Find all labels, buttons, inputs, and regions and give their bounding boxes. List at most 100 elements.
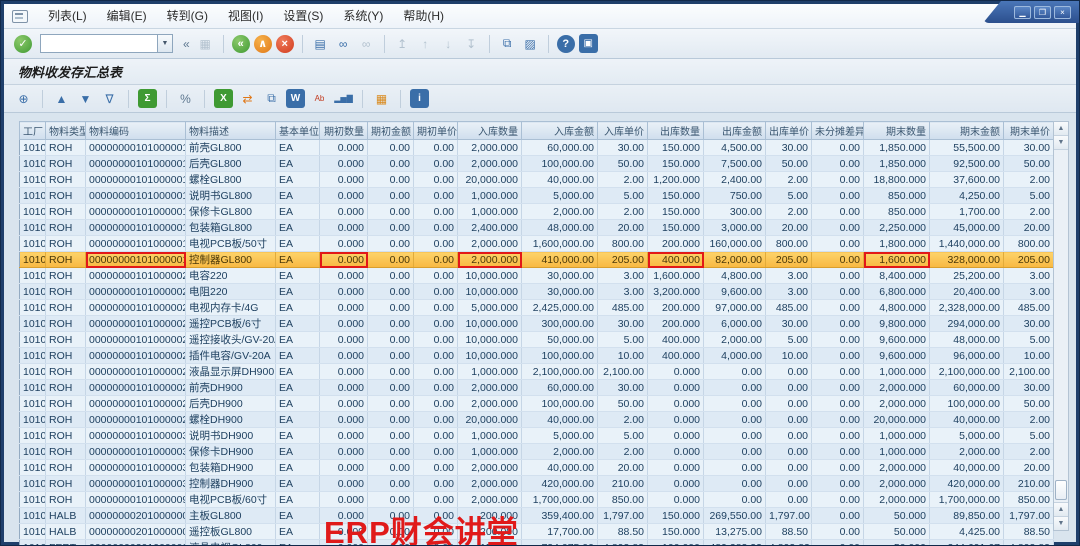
save-icon[interactable]: ▦ bbox=[196, 34, 215, 53]
menu-item-system[interactable]: 系统(Y) bbox=[333, 6, 393, 26]
column-header-in-amt[interactable]: 入库金额 bbox=[522, 122, 598, 140]
sum-icon[interactable]: Σ bbox=[138, 89, 157, 108]
column-header-base-unit[interactable]: 基本单位 bbox=[276, 122, 320, 140]
scrollbar-thumb[interactable] bbox=[1055, 480, 1067, 500]
info-icon[interactable]: i bbox=[410, 89, 429, 108]
table-row[interactable]: 1010ROH000000001010000031保修卡DH900EA0.000… bbox=[20, 444, 1054, 460]
column-header-end-price[interactable]: 期末单价 bbox=[1004, 122, 1054, 140]
graphic-icon[interactable]: ▂▅▇ bbox=[334, 89, 353, 108]
first-page-icon[interactable]: ↥ bbox=[393, 34, 412, 53]
table-row[interactable]: 1010HALB000000002010000002主板GL800EA0.000… bbox=[20, 508, 1054, 524]
scroll-down-bottom-icon[interactable]: ▼ bbox=[1054, 516, 1068, 530]
menu-item-edit[interactable]: 编辑(E) bbox=[97, 6, 157, 26]
table-row[interactable]: 1010ROH000000001010000033控制器DH900EA0.000… bbox=[20, 476, 1054, 492]
scroll-up-icon[interactable]: ▲ bbox=[1054, 122, 1068, 136]
table-row[interactable]: 1010ROH000000001010000025插件电容/GV-20AEA0.… bbox=[20, 348, 1054, 364]
menu-item-settings[interactable]: 设置(S) bbox=[273, 6, 333, 26]
table-row[interactable]: 1010ROH000000001010000092电视PCB板/60寸EA0.0… bbox=[20, 492, 1054, 508]
menu-item-help[interactable]: 帮助(H) bbox=[393, 6, 454, 26]
table-row[interactable]: 1010ROH000000001010000029螺栓DH900EA0.0000… bbox=[20, 412, 1054, 428]
command-field[interactable] bbox=[40, 34, 158, 53]
vertical-scrollbar[interactable]: ▲ ▼ ▲ ▼ bbox=[1053, 121, 1069, 531]
column-header-open-price[interactable]: 期初单价 bbox=[414, 122, 458, 140]
swap-icon[interactable]: ⇄ bbox=[238, 89, 257, 108]
column-header-mat-type[interactable]: 物料类型 bbox=[46, 122, 86, 140]
column-header-mat-code[interactable]: 物料编码 bbox=[86, 122, 186, 140]
scroll-down-icon[interactable]: ▼ bbox=[1054, 136, 1068, 150]
export-spreadsheet-icon[interactable]: X bbox=[214, 89, 233, 108]
table-cell-base-unit: EA bbox=[276, 268, 320, 284]
menu-item-goto[interactable]: 转到(G) bbox=[157, 6, 218, 26]
table-row[interactable]: 1010ROH000000001010000019控制器GL800EA0.000… bbox=[20, 252, 1054, 268]
column-header-unalloc-diff[interactable]: 未分摊差异 bbox=[812, 122, 864, 140]
create-shortcut-icon[interactable]: ▨ bbox=[521, 34, 540, 53]
new-session-icon[interactable]: ⧉ bbox=[498, 34, 517, 53]
scrollbar-track[interactable] bbox=[1054, 150, 1068, 502]
column-header-in-price[interactable]: 入库单价 bbox=[598, 122, 648, 140]
table-row[interactable]: 1010ROH000000001010000018电视PCB板/50寸EA0.0… bbox=[20, 236, 1054, 252]
choose-detail-icon[interactable]: ⊕ bbox=[14, 89, 33, 108]
restore-button[interactable]: ❐ bbox=[1034, 6, 1051, 19]
table-row[interactable]: 1010ROH000000001010000021电阻220EA0.0000.0… bbox=[20, 284, 1054, 300]
percentage-icon[interactable]: % bbox=[176, 89, 195, 108]
sort-descending-icon[interactable]: ▼ bbox=[76, 89, 95, 108]
table-row[interactable]: 1010ROH000000001010000014螺栓GL800EA0.0000… bbox=[20, 172, 1054, 188]
table-row[interactable]: 1010ROH000000001010000022电视内存卡/4GEA0.000… bbox=[20, 300, 1054, 316]
find-icon[interactable]: ∞ bbox=[334, 34, 353, 53]
column-header-open-amt[interactable]: 期初金额 bbox=[368, 122, 414, 140]
help-icon[interactable]: ? bbox=[557, 35, 575, 53]
grid-icon[interactable]: ▦ bbox=[372, 89, 391, 108]
table-row[interactable]: 1010ROH000000001010000016保修卡GL800EA0.000… bbox=[20, 204, 1054, 220]
abc-analysis-icon[interactable]: Ab bbox=[310, 89, 329, 108]
sort-ascending-icon[interactable]: ▲ bbox=[52, 89, 71, 108]
system-menu-icon[interactable] bbox=[12, 10, 28, 23]
cancel-icon[interactable]: × bbox=[276, 35, 294, 53]
table-cell-mat-type: ROH bbox=[46, 380, 86, 396]
menu-item-views[interactable]: 视图(I) bbox=[218, 6, 273, 26]
table-row[interactable]: 1010ROH000000001010000027前壳DH900EA0.0000… bbox=[20, 380, 1054, 396]
previous-page-icon[interactable]: ↑ bbox=[416, 34, 435, 53]
column-header-in-qty[interactable]: 入库数量 bbox=[458, 122, 522, 140]
column-header-mat-desc[interactable]: 物料描述 bbox=[186, 122, 276, 140]
column-header-end-qty[interactable]: 期末数量 bbox=[864, 122, 930, 140]
table-row[interactable]: 1010ROH000000001010000028后壳DH900EA0.0000… bbox=[20, 396, 1054, 412]
table-row[interactable]: 1010HALB000000002010000004遥控板GL800EA0.00… bbox=[20, 524, 1054, 540]
table-row[interactable]: 1010ROH000000001010000012前壳GL800EA0.0000… bbox=[20, 140, 1054, 156]
column-header-end-amt[interactable]: 期末金额 bbox=[930, 122, 1004, 140]
find-next-icon[interactable]: ∞ bbox=[357, 34, 376, 53]
word-processing-icon[interactable]: W bbox=[286, 89, 305, 108]
table-row[interactable]: 1010ROH000000001010000023遥控PCB板/6寸EA0.00… bbox=[20, 316, 1054, 332]
table-row[interactable]: 1010ROH000000001010000030说明书DH900EA0.000… bbox=[20, 428, 1054, 444]
table-row[interactable]: 1010ROH000000001010000017包装箱GL800EA0.000… bbox=[20, 220, 1054, 236]
print-icon[interactable]: ▤ bbox=[311, 34, 330, 53]
column-header-out-price[interactable]: 出库单价 bbox=[766, 122, 812, 140]
back-icon[interactable]: « bbox=[232, 35, 250, 53]
menu-item-list[interactable]: 列表(L) bbox=[38, 6, 97, 26]
table-row[interactable]: 1010ROH000000001010000020电容220EA0.0000.0… bbox=[20, 268, 1054, 284]
last-page-icon[interactable]: ↧ bbox=[462, 34, 481, 53]
column-header-out-qty[interactable]: 出库数量 bbox=[648, 122, 704, 140]
enter-icon[interactable]: ✓ bbox=[14, 35, 32, 53]
column-header-plant[interactable]: 工厂 bbox=[20, 122, 46, 140]
exit-icon[interactable]: ∧ bbox=[254, 35, 272, 53]
next-page-icon[interactable]: ↓ bbox=[439, 34, 458, 53]
collapse-icon[interactable]: « bbox=[183, 37, 190, 51]
table-cell-in-qty: 2,000.000 bbox=[458, 252, 522, 268]
filter-icon[interactable]: ∇ bbox=[100, 89, 119, 108]
scroll-up-bottom-icon[interactable]: ▲ bbox=[1054, 502, 1068, 516]
table-row[interactable]: 1010ROH000000001010000026液晶显示屏DH900EA0.0… bbox=[20, 364, 1054, 380]
close-button[interactable]: × bbox=[1054, 6, 1071, 19]
table-row[interactable]: 1010ROH000000001010000024遥控接收头/GV-20AEA0… bbox=[20, 332, 1054, 348]
table-row[interactable]: 1010ROH000000001010000015说明书GL800EA0.000… bbox=[20, 188, 1054, 204]
table-row[interactable]: 1010FERT000000003010000001液晶电视GL800EA0.0… bbox=[20, 540, 1054, 546]
table-row[interactable]: 1010ROH000000001010000013后壳GL800EA0.0000… bbox=[20, 156, 1054, 172]
customize-layout-icon[interactable]: ▣ bbox=[579, 34, 598, 53]
table-row[interactable]: 1010ROH000000001010000032包装箱DH900EA0.000… bbox=[20, 460, 1054, 476]
table-cell-end-price: 50.00 bbox=[1004, 396, 1054, 412]
table-cell-open-amt: 0.00 bbox=[368, 220, 414, 236]
column-header-open-qty[interactable]: 期初数量 bbox=[320, 122, 368, 140]
copy-icon[interactable]: ⧉ bbox=[262, 89, 281, 108]
command-field-dropdown-icon[interactable]: ▼ bbox=[158, 34, 173, 53]
column-header-out-amt[interactable]: 出库金额 bbox=[704, 122, 766, 140]
minimize-button[interactable]: ▁ bbox=[1014, 6, 1031, 19]
